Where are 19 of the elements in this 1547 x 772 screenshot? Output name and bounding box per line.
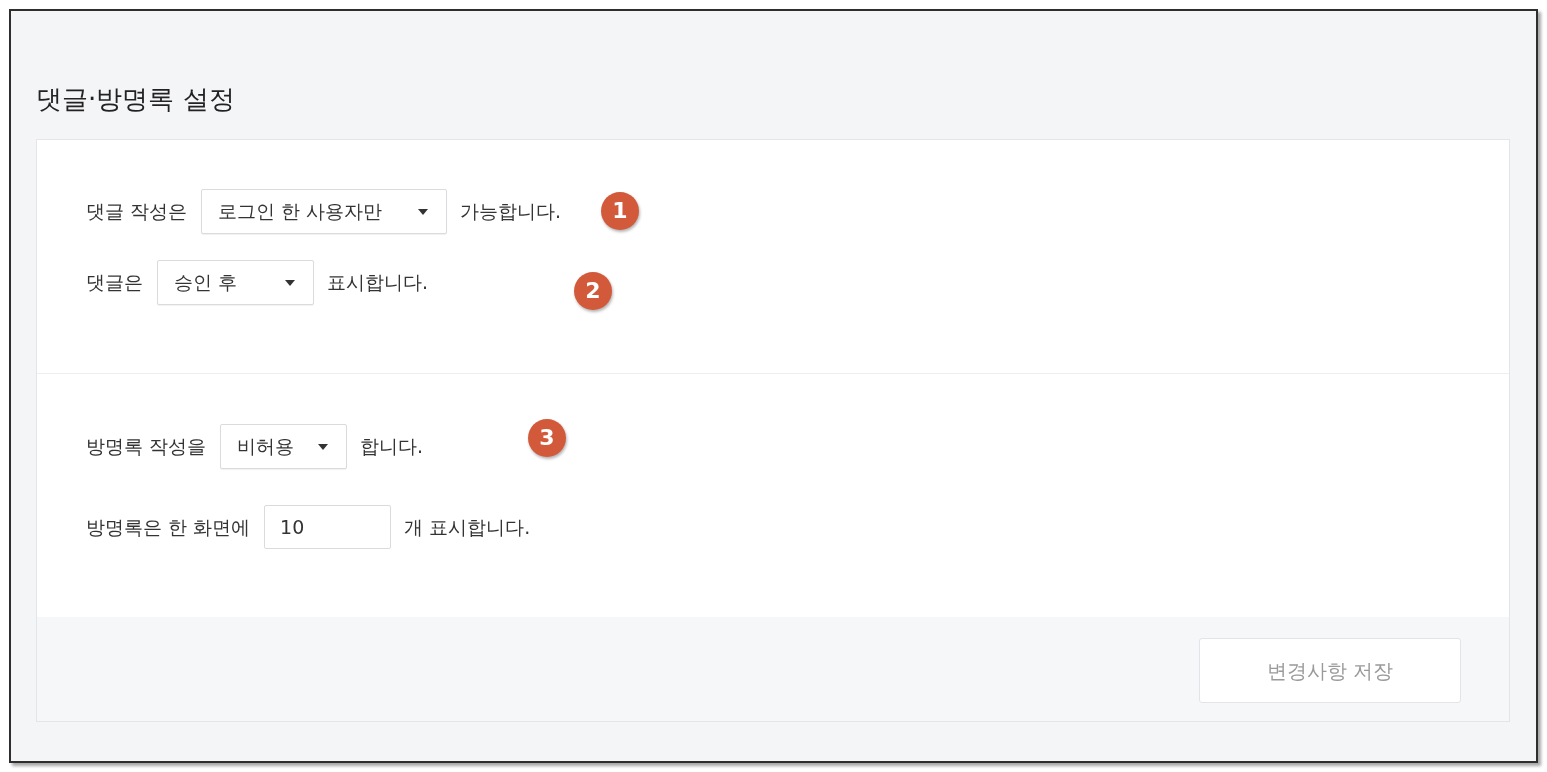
count-input-field[interactable]: 10	[264, 505, 392, 549]
step-number-marker: 3	[528, 419, 566, 457]
caret-down-icon	[285, 279, 295, 286]
label-text: 방명록 작성을	[86, 434, 207, 460]
label-text: 댓글 작성은	[86, 199, 188, 225]
dropdown-select[interactable]: 비허용	[220, 424, 348, 469]
label-text: 표시합니다.	[327, 270, 429, 296]
caret-down-icon	[318, 443, 329, 450]
label-text: 방명록은 한 화면에	[86, 514, 251, 540]
page-title: 댓글·방명록 설정	[36, 83, 235, 116]
dropdown-select[interactable]: 승인 후	[157, 260, 314, 305]
label-text: 가능합니다.	[460, 199, 562, 225]
step-number-marker: 1	[601, 192, 639, 230]
label-text: 합니다.	[360, 434, 424, 460]
dropdown-select[interactable]: 로그인 한 사용자만	[201, 189, 448, 234]
label-text: 댓글은	[86, 270, 143, 296]
label-text: 개 표시합니다.	[404, 514, 531, 540]
step-number-marker: 2	[574, 272, 612, 310]
caret-down-icon	[418, 208, 429, 215]
